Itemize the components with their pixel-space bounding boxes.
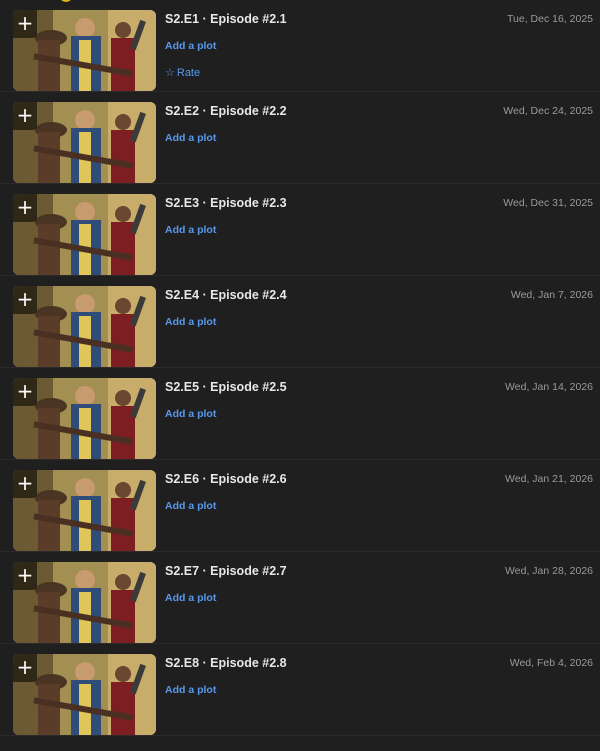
plus-icon: + <box>16 563 34 587</box>
plus-icon: + <box>16 195 34 219</box>
add-to-watchlist-button[interactable]: + <box>13 470 37 498</box>
add-to-watchlist-button[interactable]: + <box>13 102 37 130</box>
air-date: Wed, Jan 28, 2026 <box>505 565 593 577</box>
add-plot-link[interactable]: Add a plot <box>165 500 216 512</box>
episode-title[interactable]: S2.E6 · Episode #2.6 <box>165 472 287 486</box>
episode-row: + S2.E7 · Episode #2.7 Wed, Jan 28, 2026… <box>0 552 600 644</box>
episode-row: + S2.E4 · Episode #2.4 Wed, Jan 7, 2026 … <box>0 276 600 368</box>
plus-icon: + <box>16 471 34 495</box>
air-date: Tue, Dec 16, 2025 <box>507 13 593 25</box>
episode-row: + S2.E6 · Episode #2.6 Wed, Jan 21, 2026… <box>0 460 600 552</box>
air-date: Wed, Jan 7, 2026 <box>510 289 593 301</box>
add-plot-link[interactable]: Add a plot <box>165 132 216 144</box>
add-to-watchlist-button[interactable]: + <box>13 10 37 38</box>
add-plot-link[interactable]: Add a plot <box>165 224 216 236</box>
star-outline-icon: ☆ <box>165 66 175 79</box>
episode-thumbnail[interactable]: + <box>13 378 156 459</box>
add-plot-link[interactable]: Add a plot <box>165 40 216 52</box>
episode-title[interactable]: S2.E3 · Episode #2.3 <box>165 196 287 210</box>
air-date: Wed, Jan 14, 2026 <box>505 381 593 393</box>
episode-row: + S2.E8 · Episode #2.8 Wed, Feb 4, 2026 … <box>0 644 600 736</box>
add-to-watchlist-button[interactable]: + <box>13 378 37 406</box>
episode-thumbnail[interactable]: + <box>13 654 156 735</box>
episode-row: + S2.E2 · Episode #2.2 Wed, Dec 24, 2025… <box>0 92 600 184</box>
episode-title[interactable]: S2.E7 · Episode #2.7 <box>165 564 287 578</box>
plus-icon: + <box>16 379 34 403</box>
air-date: Wed, Dec 31, 2025 <box>503 197 593 209</box>
rate-label: Rate <box>176 66 201 79</box>
episode-thumbnail[interactable]: + <box>13 562 156 643</box>
add-plot-link[interactable]: Add a plot <box>165 408 216 420</box>
episode-thumbnail[interactable]: + <box>13 102 156 183</box>
episode-title[interactable]: S2.E5 · Episode #2.5 <box>165 380 287 394</box>
add-to-watchlist-button[interactable]: + <box>13 654 37 682</box>
episode-row: + S2.E3 · Episode #2.3 Wed, Dec 31, 2025… <box>0 184 600 276</box>
add-plot-link[interactable]: Add a plot <box>165 684 216 696</box>
add-to-watchlist-button[interactable]: + <box>13 194 37 222</box>
add-plot-link[interactable]: Add a plot <box>165 592 216 604</box>
air-date: Wed, Dec 24, 2025 <box>503 105 593 117</box>
add-plot-link[interactable]: Add a plot <box>165 316 216 328</box>
rate-button[interactable]: ☆ Rate <box>165 66 200 79</box>
plus-icon: + <box>16 287 34 311</box>
plus-icon: + <box>16 655 34 679</box>
episode-title[interactable]: S2.E2 · Episode #2.2 <box>165 104 287 118</box>
episode-title[interactable]: S2.E4 · Episode #2.4 <box>165 288 287 302</box>
plus-icon: + <box>16 103 34 127</box>
episode-row: + S2.E5 · Episode #2.5 Wed, Jan 14, 2026… <box>0 368 600 460</box>
episode-thumbnail[interactable]: + <box>13 286 156 367</box>
episode-thumbnail[interactable]: + <box>13 470 156 551</box>
air-date: Wed, Feb 4, 2026 <box>509 657 593 669</box>
episode-title[interactable]: S2.E8 · Episode #2.8 <box>165 656 287 670</box>
episode-thumbnail[interactable]: + <box>13 10 156 91</box>
plus-icon: + <box>16 11 34 35</box>
add-to-watchlist-button[interactable]: + <box>13 286 37 314</box>
add-to-watchlist-button[interactable]: + <box>13 562 37 590</box>
episode-thumbnail[interactable]: + <box>13 194 156 275</box>
episode-row: + S2.E1 · Episode #2.1 Tue, Dec 16, 2025… <box>0 0 600 92</box>
episode-title[interactable]: S2.E1 · Episode #2.1 <box>165 12 287 26</box>
air-date: Wed, Jan 21, 2026 <box>505 473 593 485</box>
